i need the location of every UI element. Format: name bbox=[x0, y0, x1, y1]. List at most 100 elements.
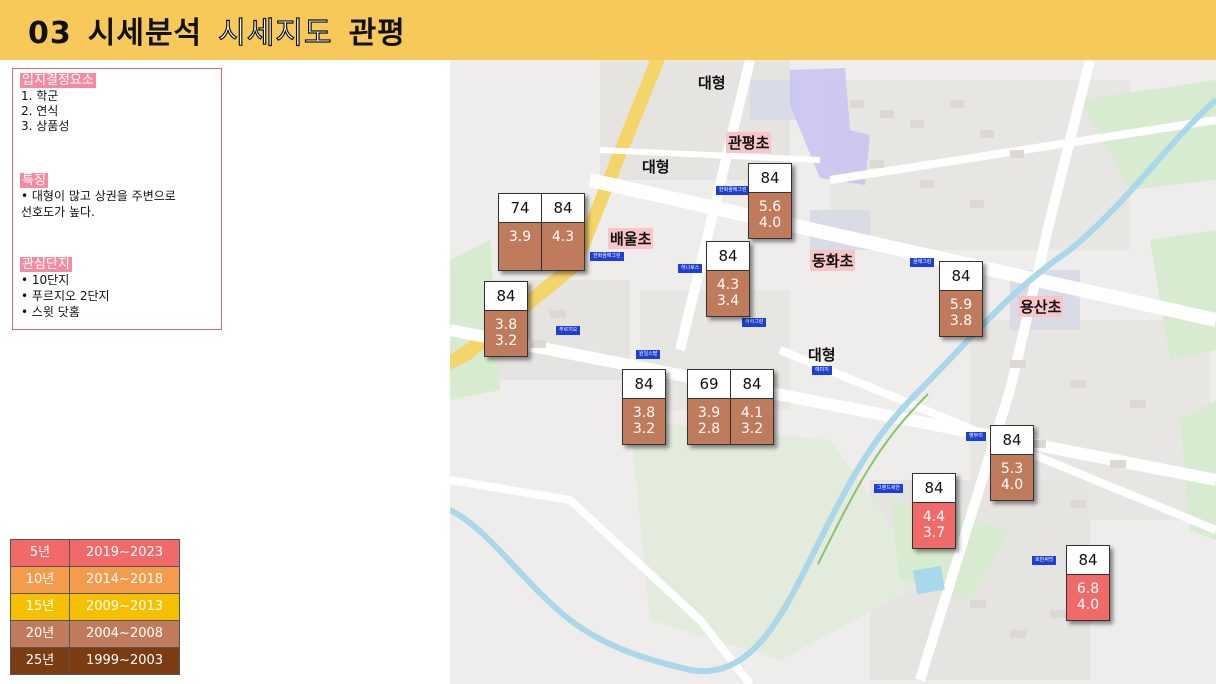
label-large: 대형 bbox=[642, 158, 670, 176]
apartment-pin[interactable]: 푸르지오 bbox=[556, 326, 581, 335]
label-school-baeul: 배울초 bbox=[608, 228, 654, 249]
map-view[interactable]: 대형 관평초 대형 배울초 동화초 용산초 대형 한화꿈에그린 한화꿈에그린 하… bbox=[450, 60, 1216, 684]
card-price-low: 4.0 bbox=[1076, 597, 1100, 613]
card-size: 84 bbox=[623, 370, 665, 399]
legend-range: 1999~2003 bbox=[70, 648, 179, 674]
card-size: 84 bbox=[731, 370, 773, 399]
card-price-high: 5.9 bbox=[949, 297, 973, 313]
age-legend: 5년 2019~2023 10년 2014~2018 15년 2009~2013 20… bbox=[10, 539, 180, 675]
legend-row: 20년 2004~2008 bbox=[11, 621, 179, 648]
section-title-features: 특징 bbox=[20, 173, 48, 188]
list-item: 1. 학군 bbox=[21, 89, 59, 103]
label-school-gwanpyeong: 관평초 bbox=[726, 132, 772, 153]
card-price-low: 3.7 bbox=[922, 525, 946, 541]
card-size: 74 bbox=[499, 194, 541, 223]
legend-row: 5년 2019~2023 bbox=[11, 540, 179, 567]
card-price-high: 5.6 bbox=[758, 199, 782, 215]
card-price-low: 4.0 bbox=[1000, 477, 1024, 493]
legend-age: 10년 bbox=[11, 567, 70, 593]
apartment-pin[interactable]: 예미지 bbox=[812, 366, 832, 375]
title-number: 03 bbox=[28, 16, 72, 51]
legend-row: 15년 2009~2013 bbox=[11, 594, 179, 621]
price-card[interactable]: 84 4.4 3.7 bbox=[912, 473, 956, 549]
card-price-high: 4.3 bbox=[716, 277, 740, 293]
apartment-pin[interactable]: 하하그린 bbox=[742, 318, 767, 327]
apartment-pin[interactable]: 햇무리 bbox=[966, 432, 986, 441]
card-price-low: 3.8 bbox=[949, 313, 973, 329]
card-price-high: 6.8 bbox=[1076, 581, 1100, 597]
price-card[interactable]: 84 5.3 4.0 bbox=[990, 425, 1034, 501]
card-price-high: 5.3 bbox=[1000, 461, 1024, 477]
apartment-pin[interactable]: 한화꿈에그린 bbox=[590, 252, 624, 261]
list-item: 선호도가 높다. bbox=[21, 205, 95, 219]
title-part3: 관평 bbox=[348, 16, 406, 51]
card-values: 6.8 4.0 bbox=[1067, 575, 1109, 620]
price-card[interactable]: 69 3.9 2.8 84 4.1 3.2 bbox=[687, 369, 774, 445]
card-values: 3.8 3.2 bbox=[485, 311, 527, 356]
card-values: 4.3 3.4 bbox=[707, 271, 749, 316]
label-school-donghwa: 동화초 bbox=[810, 250, 856, 271]
card-price-high: 4.4 bbox=[922, 509, 946, 525]
apartment-pin[interactable]: 원일스팔 bbox=[636, 350, 661, 359]
legend-age: 20년 bbox=[11, 621, 70, 647]
section-title-interest: 관심단지 bbox=[20, 257, 72, 272]
card-price-low: 4.0 bbox=[758, 215, 782, 231]
card-values: 3.9 2.8 bbox=[688, 399, 730, 444]
card-size: 84 bbox=[485, 282, 527, 311]
price-card[interactable]: 84 3.8 3.2 bbox=[622, 369, 666, 445]
card-values: 4.4 3.7 bbox=[913, 503, 955, 548]
list-item: • 푸르지오 2단지 bbox=[21, 289, 110, 303]
legend-age: 25년 bbox=[11, 648, 70, 674]
card-size: 84 bbox=[940, 262, 982, 291]
card-price-low: 3.2 bbox=[632, 421, 656, 437]
card-price-low: 3.2 bbox=[740, 421, 764, 437]
label-large: 대형 bbox=[698, 74, 726, 92]
card-size: 84 bbox=[913, 474, 955, 503]
card-size: 84 bbox=[991, 426, 1033, 455]
legend-age: 5년 bbox=[11, 540, 70, 566]
section-title-location-factors: 입지결정요소 bbox=[20, 73, 96, 88]
card-price-high: 3.8 bbox=[632, 405, 656, 421]
card-size: 84 bbox=[749, 164, 791, 193]
label-large: 대형 bbox=[808, 346, 836, 364]
card-values: 4.1 3.2 bbox=[731, 399, 773, 444]
header-bar: 03 시세분석 시세지도 관평 bbox=[0, 0, 1216, 60]
card-size: 84 bbox=[1067, 546, 1109, 575]
legend-range: 2014~2018 bbox=[70, 567, 179, 593]
page-title: 03 시세분석 시세지도 관평 bbox=[28, 8, 422, 52]
card-price-low: 2.8 bbox=[697, 421, 721, 437]
card-price-low: 3.4 bbox=[716, 293, 740, 309]
price-card[interactable]: 84 5.9 3.8 bbox=[939, 261, 983, 337]
card-price-high: 4.3 bbox=[551, 229, 575, 245]
card-values: 4.3 bbox=[542, 223, 584, 270]
legend-range: 2004~2008 bbox=[70, 621, 179, 647]
apartment-pin[interactable]: 꿈에그린 bbox=[910, 258, 935, 267]
apartment-pin[interactable]: 호반써밋 bbox=[1032, 556, 1057, 565]
list-item: 2. 연식 bbox=[21, 104, 59, 118]
price-card[interactable]: 84 3.8 3.2 bbox=[484, 281, 528, 357]
card-price-high: 3.9 bbox=[697, 405, 721, 421]
apartment-pin[interactable]: 한화꿈에그린 bbox=[716, 186, 750, 195]
legend-range: 2009~2013 bbox=[70, 594, 179, 620]
legend-range: 2019~2023 bbox=[70, 540, 179, 566]
price-card[interactable]: 74 3.9 84 4.3 bbox=[498, 193, 585, 271]
card-values: 3.8 3.2 bbox=[623, 399, 665, 444]
label-school-yongsan: 용산초 bbox=[1018, 296, 1064, 317]
card-size: 84 bbox=[542, 194, 584, 223]
legend-row: 10년 2014~2018 bbox=[11, 567, 179, 594]
card-values: 5.9 3.8 bbox=[940, 291, 982, 336]
price-card[interactable]: 84 5.6 4.0 bbox=[748, 163, 792, 239]
apartment-pin[interactable]: 그랜드세안 bbox=[874, 484, 904, 493]
price-card[interactable]: 84 4.3 3.4 bbox=[706, 241, 750, 317]
list-item: • 10단지 bbox=[21, 273, 70, 287]
apartment-pin[interactable]: 하나로스 bbox=[678, 264, 703, 273]
card-price-low: 3.2 bbox=[494, 333, 518, 349]
info-panel: 입지결정요소 1. 학군 2. 연식 3. 상품성 특징 • 대형이 많고 상권… bbox=[12, 68, 222, 330]
card-values: 5.3 4.0 bbox=[991, 455, 1033, 500]
list-item: • 스윗 닷홈 bbox=[21, 305, 80, 319]
card-size: 84 bbox=[707, 242, 749, 271]
title-part2: 시세지도 bbox=[218, 15, 333, 51]
price-card[interactable]: 84 6.8 4.0 bbox=[1066, 545, 1110, 621]
card-values: 5.6 4.0 bbox=[749, 193, 791, 238]
list-item: 3. 상품성 bbox=[21, 119, 70, 133]
